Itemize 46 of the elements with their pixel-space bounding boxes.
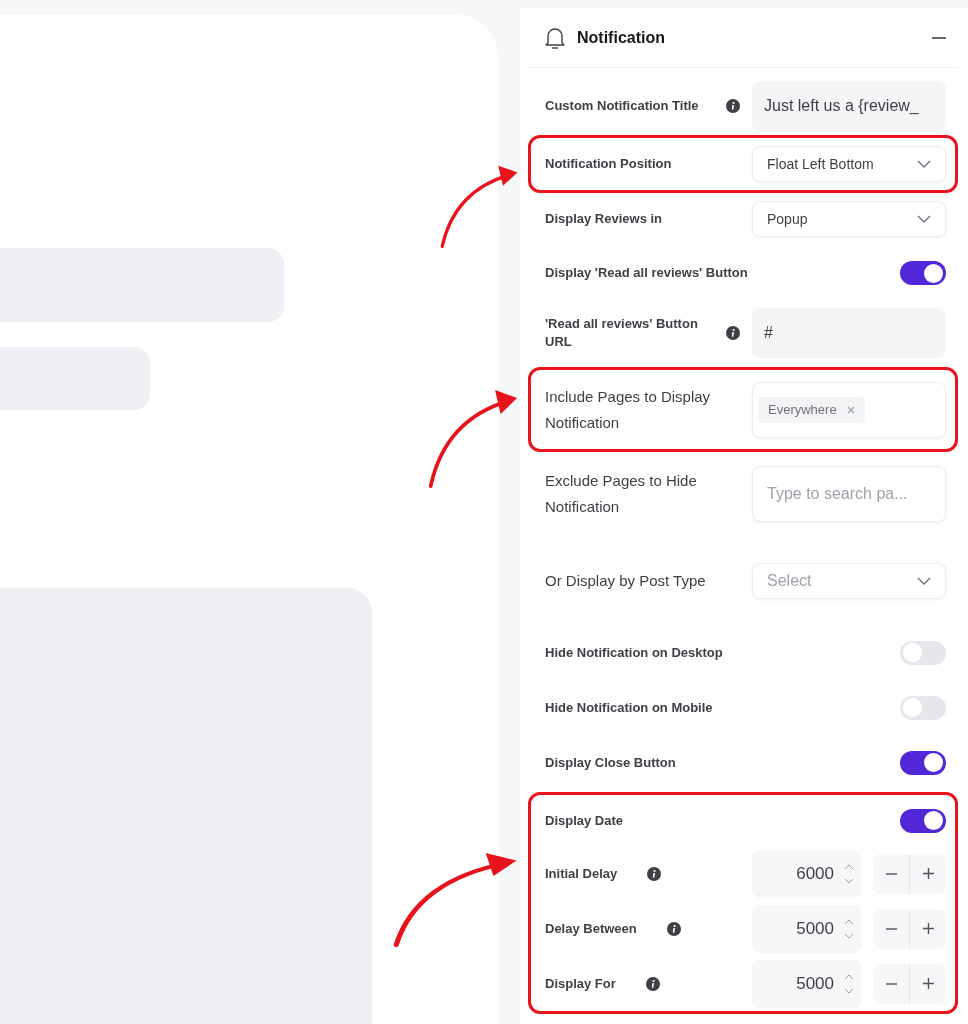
remove-icon[interactable] [846,405,855,414]
field-label: Delay Between [545,919,637,938]
toggle-switch[interactable] [900,808,946,833]
tag-chip: Everywhere [758,396,865,423]
chevron-down-icon [917,160,931,168]
field-label: Hide Notification on Mobile [545,698,713,717]
chevron-down-icon [917,576,931,585]
bell-icon [545,26,565,49]
field-label: Display For [545,974,616,993]
toggle-switch[interactable] [900,695,946,720]
field-label: Display 'Read all reviews' Button [545,264,748,282]
panel-title: Notification [577,27,665,48]
field-label: Initial Delay [545,864,618,883]
plus-icon [922,868,934,879]
spin-arrows-icon[interactable] [844,862,854,885]
minus-icon [885,927,897,930]
select-field[interactable]: Float Left Bottom [752,146,946,182]
select-field[interactable]: Popup [752,201,946,237]
field-label: Hide Notification on Desktop [545,643,723,662]
field-label: Or Display by Post Type [545,570,706,591]
text-field[interactable]: Just left us a {review_ [752,80,946,131]
field-label: Custom Notification Title [545,96,700,115]
toggle-switch[interactable] [900,640,946,665]
field-label: Display Close Button [545,753,676,772]
collapse-icon[interactable] [932,36,946,39]
toggle-switch[interactable] [900,261,946,285]
number-field[interactable]: 6000 [752,849,862,898]
toggle-switch[interactable] [900,750,946,775]
number-field[interactable]: 5000 [752,904,862,953]
field-label: 'Read all reviews' Button URL [545,315,699,351]
search-field[interactable]: Type to search pa... [752,466,946,522]
tag-field[interactable]: Everywhere [752,381,946,438]
minus-icon [885,872,897,875]
field-label: Notification Position [545,155,672,173]
spin-arrows-icon[interactable] [844,917,854,940]
minus-icon [885,982,897,985]
plus-icon [922,978,934,989]
number-field[interactable]: 5000 [752,959,862,1008]
field-label: Exclude Pages to Hide Notification [545,471,698,517]
text-field[interactable]: # [752,308,946,358]
plus-icon [922,923,934,934]
field-label: Display Date [545,811,624,830]
field-label: Display Reviews in [545,210,663,228]
chevron-down-icon [917,215,931,223]
spin-arrows-icon[interactable] [844,972,854,995]
field-label: Include Pages to Display Notification [545,386,712,433]
